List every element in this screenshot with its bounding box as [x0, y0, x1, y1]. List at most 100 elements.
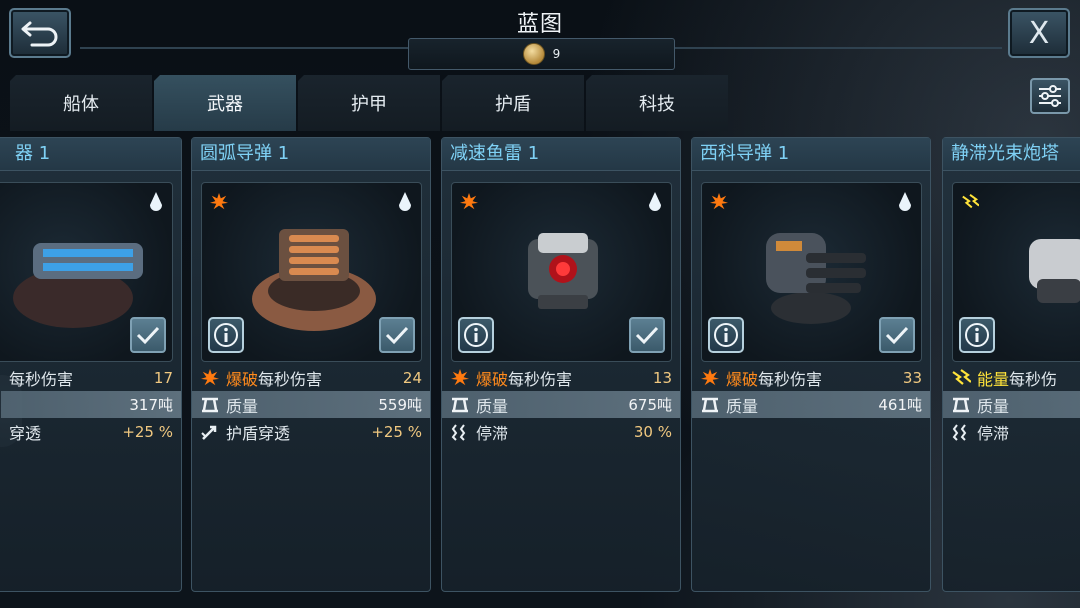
stat-value: 675吨 — [628, 396, 672, 414]
stat-value: 559吨 — [378, 396, 422, 414]
weapon-image-frame — [952, 182, 1080, 362]
checkmark-icon — [136, 326, 160, 345]
card-title: 静滞光束炮塔 — [943, 138, 1080, 171]
coin-count: 9 — [552, 47, 561, 61]
checkmark-icon — [885, 326, 909, 345]
info-button[interactable] — [708, 317, 744, 353]
card-title: 西科导弹 1 — [692, 138, 930, 171]
tab-shield[interactable]: 护盾 — [442, 75, 584, 131]
blueprint-drop-icon — [649, 192, 661, 211]
header-divider-left — [80, 47, 410, 49]
damage-type: 爆破 — [226, 369, 259, 389]
stat-row: 停滞 30 % — [442, 418, 680, 445]
filter-button[interactable] — [1030, 78, 1070, 114]
info-icon — [214, 323, 238, 347]
select-checkbox[interactable] — [879, 317, 915, 353]
info-icon — [965, 323, 989, 347]
stat-value: 461吨 — [878, 396, 922, 414]
coin-icon — [522, 43, 545, 65]
explosive-icon — [710, 193, 728, 210]
blueprint-card[interactable]: 圆弧导弹 1 爆破每秒伤害 24 质量 559吨 护盾穿透 +25 % — [191, 137, 431, 592]
stat-row: 质量 461吨 — [692, 391, 930, 418]
stat-value: 24 — [402, 368, 422, 387]
explosive-icon — [451, 368, 469, 385]
info-button[interactable] — [959, 317, 995, 353]
blueprint-drop-icon — [399, 192, 411, 211]
info-icon — [714, 323, 738, 347]
blueprint-card[interactable]: 器 1 每秒伤害 17 317吨 穿透 +25 % — [0, 137, 182, 592]
sliders-icon — [1039, 85, 1061, 107]
stasis-icon — [451, 423, 466, 441]
page-title: 蓝图 — [516, 12, 563, 37]
tab-hull[interactable]: 船体 — [10, 75, 152, 131]
stat-row: 护盾穿透 +25 % — [192, 418, 430, 445]
card-title-text: 器 1 — [15, 143, 51, 164]
blueprint-card[interactable]: 静滞光束炮塔 能量每秒伤 质量 停滞 — [942, 137, 1080, 592]
mass-icon — [702, 397, 718, 412]
weapon-image-frame — [701, 182, 922, 362]
card-stats: 能量每秒伤 质量 停滞 — [943, 364, 1080, 445]
weapon-image-frame — [201, 182, 422, 362]
blueprint-currency: 9 — [408, 38, 675, 70]
explosive-icon — [460, 193, 478, 210]
stat-value: +25 % — [371, 422, 422, 441]
stat-row: 质量 559吨 — [192, 391, 430, 418]
checkmark-icon — [635, 326, 659, 345]
tab-label: 船体 — [63, 94, 99, 115]
tab-label: 武器 — [207, 94, 243, 115]
blueprint-card-list[interactable]: 器 1 每秒伤害 17 317吨 穿透 +25 % 圆弧导弹 1 爆破每秒伤害 … — [0, 137, 1080, 597]
card-title: 减速鱼雷 1 — [442, 138, 680, 171]
tab-label: 科技 — [639, 94, 675, 115]
stat-value: 17 — [153, 368, 173, 387]
explosive-icon — [701, 368, 719, 385]
stat-value: 33 — [902, 368, 922, 387]
blueprint-card[interactable]: 西科导弹 1 爆破每秒伤害 33 质量 461吨 — [691, 137, 931, 592]
stat-label-text: 每秒伤 — [1009, 369, 1058, 389]
stat-row: 质量 — [943, 391, 1080, 418]
category-tabs: 船体 武器 护甲 护盾 科技 — [10, 75, 728, 131]
stat-value: +25 % — [122, 422, 173, 441]
tab-tech[interactable]: 科技 — [586, 75, 728, 131]
stat-row: 爆破每秒伤害 13 — [442, 364, 680, 391]
energy-icon — [952, 368, 971, 385]
stat-label: 质量 — [726, 396, 759, 416]
stat-row: 能量每秒伤 — [943, 364, 1080, 391]
select-checkbox[interactable] — [379, 317, 415, 353]
stat-label-text: 每秒伤害 — [508, 369, 573, 389]
select-checkbox[interactable] — [629, 317, 665, 353]
blueprint-card[interactable]: 减速鱼雷 1 爆破每秒伤害 13 质量 675吨 停滞 30 % — [441, 137, 681, 592]
tab-armor[interactable]: 护甲 — [298, 75, 440, 131]
stat-value: 30 % — [633, 422, 672, 441]
select-checkbox[interactable] — [130, 317, 166, 353]
damage-type: 能量 — [977, 369, 1010, 389]
card-title: 圆弧导弹 1 — [192, 138, 430, 171]
card-title: 器 1 — [0, 138, 181, 171]
info-button[interactable] — [208, 317, 244, 353]
stat-label-text: 每秒伤害 — [258, 369, 323, 389]
checkmark-icon — [385, 326, 409, 345]
mass-icon — [452, 397, 468, 412]
close-label: X — [1028, 15, 1050, 51]
stat-label: 质量 — [977, 396, 1010, 416]
stat-label-text: 每秒伤害 — [758, 369, 823, 389]
stat-label: 停滞 — [476, 423, 509, 443]
energy-icon — [962, 193, 979, 209]
stat-label: 停滞 — [977, 423, 1010, 443]
tab-label: 护甲 — [351, 94, 387, 115]
stat-label: 每秒伤害 — [9, 369, 74, 389]
stat-row: 停滞 — [943, 418, 1080, 445]
stat-row: 爆破每秒伤害 33 — [692, 364, 930, 391]
stat-label: 护盾穿透 — [226, 423, 291, 443]
info-button[interactable] — [458, 317, 494, 353]
stat-label: 爆破每秒伤害 — [726, 366, 903, 390]
stat-label: 爆破每秒伤害 — [476, 366, 653, 390]
stat-row: 穿透 +25 % — [1, 418, 181, 445]
card-stats: 每秒伤害 17 317吨 穿透 +25 % — [1, 364, 181, 445]
close-button[interactable]: X — [1008, 8, 1070, 58]
stat-row: 每秒伤害 17 — [1, 364, 181, 391]
stat-label: 能量每秒伤 — [977, 366, 1080, 390]
stat-value: 317吨 — [129, 396, 173, 414]
damage-type: 爆破 — [726, 369, 759, 389]
stat-value: 13 — [652, 368, 672, 387]
tab-weapons[interactable]: 武器 — [154, 75, 296, 131]
